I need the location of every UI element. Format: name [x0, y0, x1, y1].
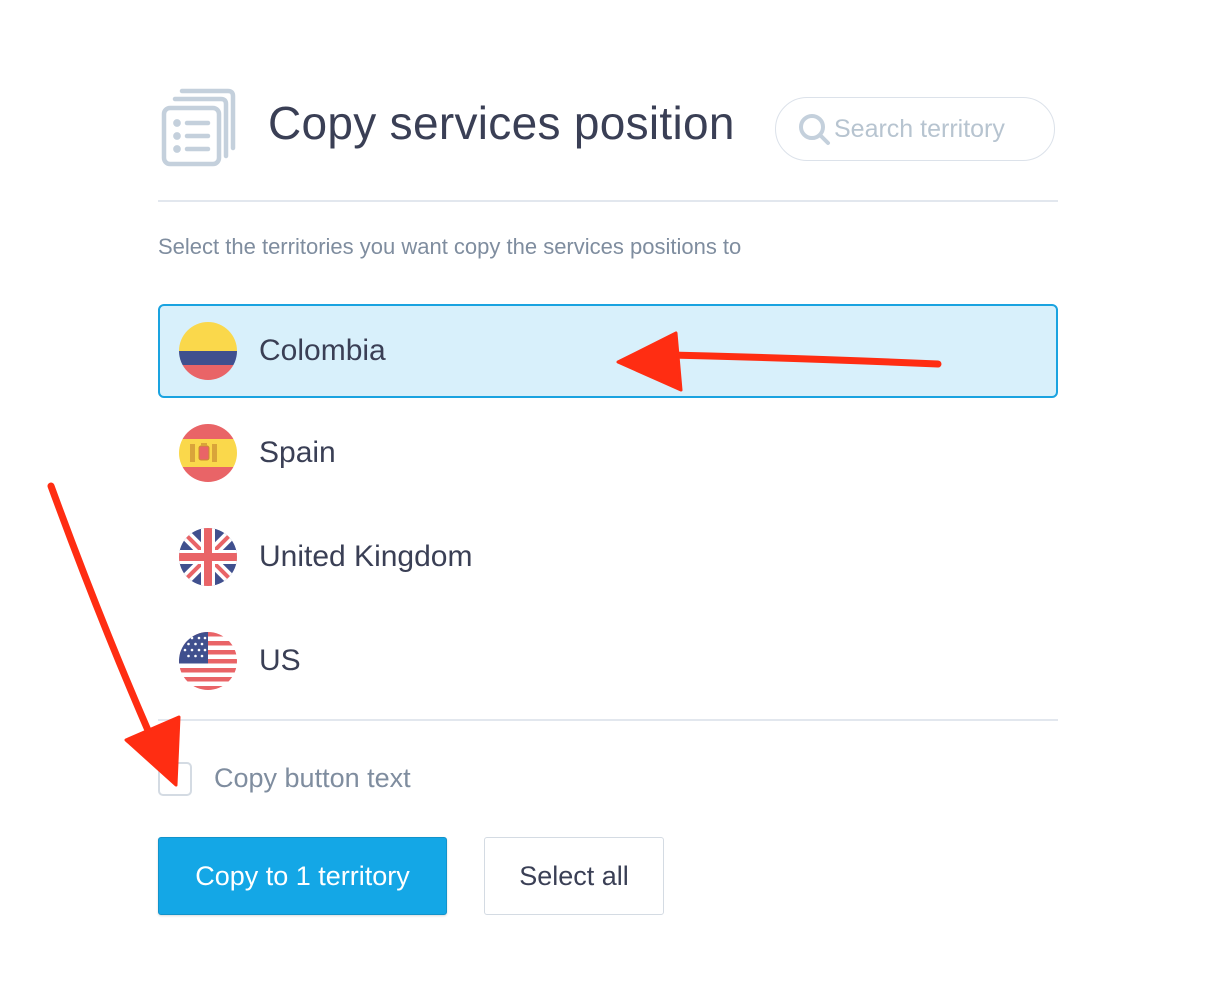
list-divider	[158, 719, 1058, 721]
territory-item-spain[interactable]: Spain	[158, 406, 1058, 500]
header-divider	[158, 200, 1058, 202]
territory-label: United Kingdom	[259, 540, 473, 573]
select-all-button[interactable]: Select all	[484, 837, 664, 915]
colombia-flag-icon	[179, 322, 237, 380]
copy-to-territory-button[interactable]: Copy to 1 territory	[158, 837, 447, 915]
instructions-text: Select the territories you want copy the…	[158, 234, 742, 259]
search-icon	[796, 111, 832, 147]
territory-label: US	[259, 644, 301, 677]
spain-flag-icon	[179, 424, 237, 482]
copy-button-text-checkbox[interactable]	[158, 762, 192, 796]
territory-label: Spain	[259, 436, 336, 469]
us-flag-icon	[179, 632, 237, 690]
territory-item-us[interactable]: US	[158, 614, 1058, 708]
page-title: Copy services position	[268, 97, 735, 149]
territory-item-colombia[interactable]: Colombia	[158, 304, 1058, 398]
territory-item-united-kingdom[interactable]: United Kingdom	[158, 510, 1058, 604]
territory-label: Colombia	[259, 334, 386, 367]
copy-button-text-label[interactable]: Copy button text	[214, 763, 411, 794]
search-input[interactable]	[834, 114, 1044, 144]
united-kingdom-flag-icon	[179, 528, 237, 586]
search-box[interactable]	[775, 97, 1055, 161]
document-list-icon	[160, 88, 236, 168]
